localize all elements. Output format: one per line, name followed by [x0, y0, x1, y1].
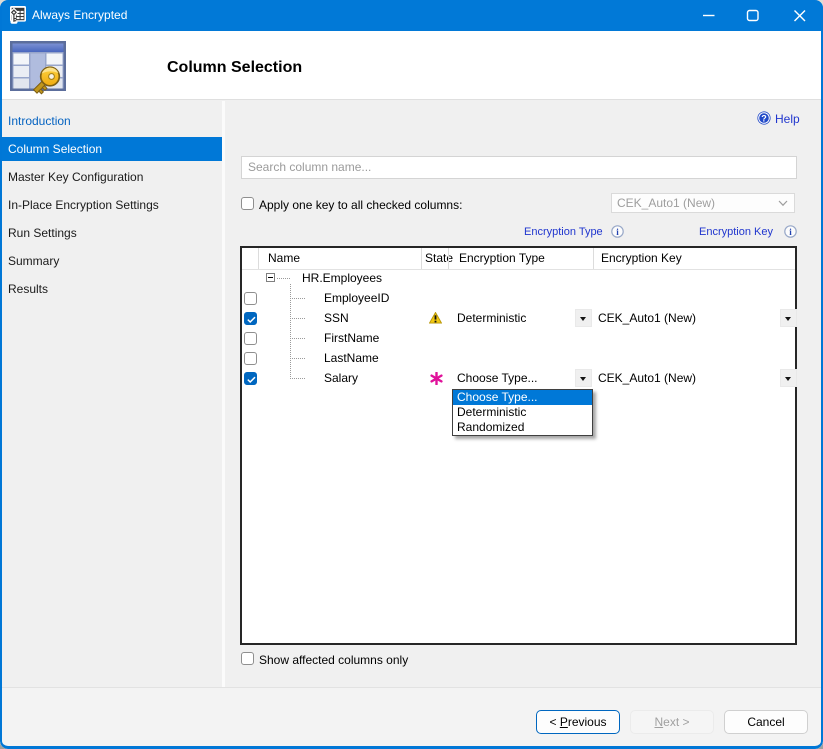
svg-text:?: ?	[761, 113, 767, 123]
